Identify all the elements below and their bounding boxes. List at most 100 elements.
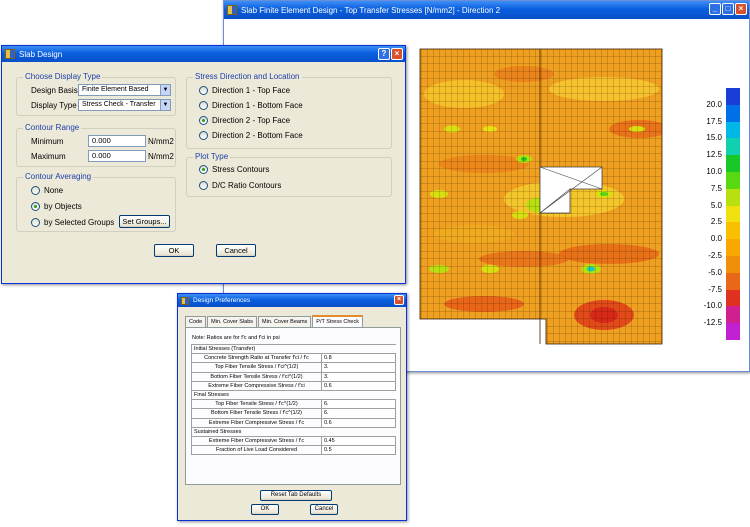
legend-label: 7.5 (710, 183, 722, 193)
legend-label: -12.5 (703, 318, 722, 328)
dc-ratio-radio[interactable] (199, 181, 208, 190)
chevron-down-icon: ▼ (160, 100, 170, 110)
row-value-input[interactable]: 0.45 (321, 435, 396, 447)
legend-label: -5.0 (708, 267, 722, 277)
table-row: Bottom Fiber Tensile Stress / f'c^(1/2) 6… (191, 408, 396, 419)
app-icon (227, 5, 237, 15)
legend-color-bar (726, 88, 740, 340)
row-label: Extreme Fiber Compressive Stress / f'c (191, 417, 322, 428)
tab-min-cover-beams[interactable]: Min. Cover Beams (258, 316, 312, 327)
reset-tab-defaults-button[interactable]: Reset Tab Defaults (260, 490, 332, 501)
close-button[interactable]: × (735, 3, 747, 15)
legend-swatch (726, 104, 740, 122)
cancel-button[interactable]: Cancel (216, 244, 256, 257)
dir1-top-label: Direction 1 - Top Face (212, 86, 291, 95)
cancel-button[interactable]: Cancel (310, 504, 338, 515)
dir1-bottom-radio[interactable] (199, 101, 208, 110)
legend-swatch (726, 222, 740, 240)
stress-direction-group: Stress Direction and Location Direction … (186, 72, 392, 149)
minimize-button[interactable]: _ (709, 3, 721, 15)
legend-swatch (726, 255, 740, 273)
minimum-input[interactable]: 0.000 (88, 135, 146, 147)
pref-tabs: Code Min. Cover Slabs Min. Cover Beams P… (185, 315, 364, 327)
row-label: Final Stresses (191, 389, 322, 401)
set-groups-button[interactable]: Set Groups... (119, 215, 170, 228)
design-basis-label: Design Basis (31, 86, 78, 95)
legend-label: 15.0 (706, 133, 722, 143)
help-button[interactable]: ? (378, 48, 390, 60)
legend-label: 10.0 (706, 167, 722, 176)
legend-label: -10.0 (703, 301, 722, 311)
section-spacer (321, 426, 396, 437)
ok-button[interactable]: OK (251, 504, 279, 515)
close-button[interactable]: × (391, 48, 403, 60)
dir2-top-label: Direction 2 - Top Face (212, 116, 291, 125)
group-title: Choose Display Type (23, 72, 103, 81)
dc-ratio-label: D/C Ratio Contours (212, 181, 282, 190)
table-row: Bottom Fiber Tensile Stress / f'ci^(1/2)… (191, 371, 396, 382)
row-label: Fraction of Live Load Considered (191, 445, 322, 456)
legend-label: 2.5 (710, 217, 722, 227)
legend-label: 20.0 (706, 99, 722, 109)
maximum-unit: N/mm2 (148, 152, 174, 161)
dir2-top-radio[interactable] (199, 116, 208, 125)
row-value-input[interactable]: 0.6 (321, 417, 396, 428)
chevron-down-icon: ▼ (160, 85, 170, 95)
legend-swatch (726, 88, 740, 105)
display-type-group: Choose Display Type Design Basis Finite … (16, 72, 176, 116)
legend-label: -2.5 (708, 251, 722, 260)
plot-titlebar[interactable]: Slab Finite Element Design - Top Transfe… (224, 1, 749, 19)
legend-swatch (726, 121, 740, 139)
averaging-none-radio[interactable] (31, 186, 40, 195)
table-row: Extreme Fiber Compressive Stress / f'c 0.… (191, 417, 396, 428)
averaging-none-label: None (44, 186, 64, 195)
tab-code[interactable]: Code (185, 316, 207, 327)
plot-title: Slab Finite Element Design - Top Transfe… (241, 5, 501, 15)
slab-dialog-title: Slab Design (19, 49, 63, 59)
averaging-by-objects-radio[interactable] (31, 202, 40, 211)
display-type-value: Stress Check - Transfer (82, 101, 156, 108)
stress-contours-label: Stress Contours (212, 165, 270, 174)
ok-button[interactable]: OK (154, 244, 194, 257)
app-icon (181, 296, 189, 305)
row-value-input[interactable]: 6. (321, 399, 396, 410)
tab-min-cover-slabs[interactable]: Min. Cover Slabs (207, 316, 258, 327)
maximum-input[interactable]: 0.000 (88, 150, 146, 162)
slab-dialog-titlebar[interactable]: Slab Design ? × (2, 46, 405, 62)
row-label: Bottom Fiber Tensile Stress / f'c^(1/2) (191, 408, 322, 419)
pref-dialog-titlebar[interactable]: Design Preferences × (178, 294, 406, 307)
section-row: Initial Stresses (Transfer) (191, 343, 396, 355)
plot-type-group: Plot Type Stress Contours D/C Ratio Cont… (186, 152, 392, 197)
row-value-input[interactable]: 0.5 (321, 445, 396, 456)
contour-averaging-group: Contour Averaging None by Objects by Sel… (16, 172, 176, 232)
dir2-bottom-radio[interactable] (199, 131, 208, 140)
group-title: Plot Type (193, 152, 231, 161)
row-label: Extreme Fiber Compressive Stress / f'ci (191, 380, 322, 391)
dir2-bottom-label: Direction 2 - Bottom Face (212, 131, 303, 140)
display-type-select[interactable]: Stress Check - Transfer ▼ (78, 99, 171, 111)
display-type-label: Display Type (31, 101, 77, 110)
slab-design-dialog: Slab Design ? × Choose Display Type Desi… (1, 45, 406, 284)
maximize-button[interactable]: □ (722, 3, 734, 15)
row-value-input[interactable]: 0.6 (321, 380, 396, 391)
tab-pt-stress-check[interactable]: P/T Stress Check (312, 315, 363, 327)
row-value-input[interactable]: 3. (321, 371, 396, 382)
close-button[interactable]: × (394, 295, 404, 305)
dir1-bottom-label: Direction 1 - Bottom Face (212, 101, 303, 110)
stress-contours-radio[interactable] (199, 165, 208, 174)
averaging-by-groups-radio[interactable] (31, 218, 40, 227)
contour-range-group: Contour Range Minimum 0.000 N/mm2 Maximu… (16, 123, 176, 167)
legend-label: 5.0 (710, 200, 722, 210)
section-spacer (321, 343, 396, 355)
row-value-input[interactable]: 6. (321, 408, 396, 419)
legend-swatch (726, 323, 740, 340)
dir1-top-radio[interactable] (199, 86, 208, 95)
section-spacer (321, 389, 396, 401)
minimum-label: Minimum (31, 137, 64, 146)
group-title: Stress Direction and Location (193, 72, 302, 81)
row-value-input[interactable]: 0.8 (321, 353, 396, 364)
row-value-input[interactable]: 3. (321, 362, 396, 373)
ratio-note: Note: Ratios are for f'c and f'ci in psi (192, 335, 280, 341)
minimum-unit: N/mm2 (148, 137, 174, 146)
design-basis-select[interactable]: Finite Element Based ▼ (78, 84, 171, 96)
